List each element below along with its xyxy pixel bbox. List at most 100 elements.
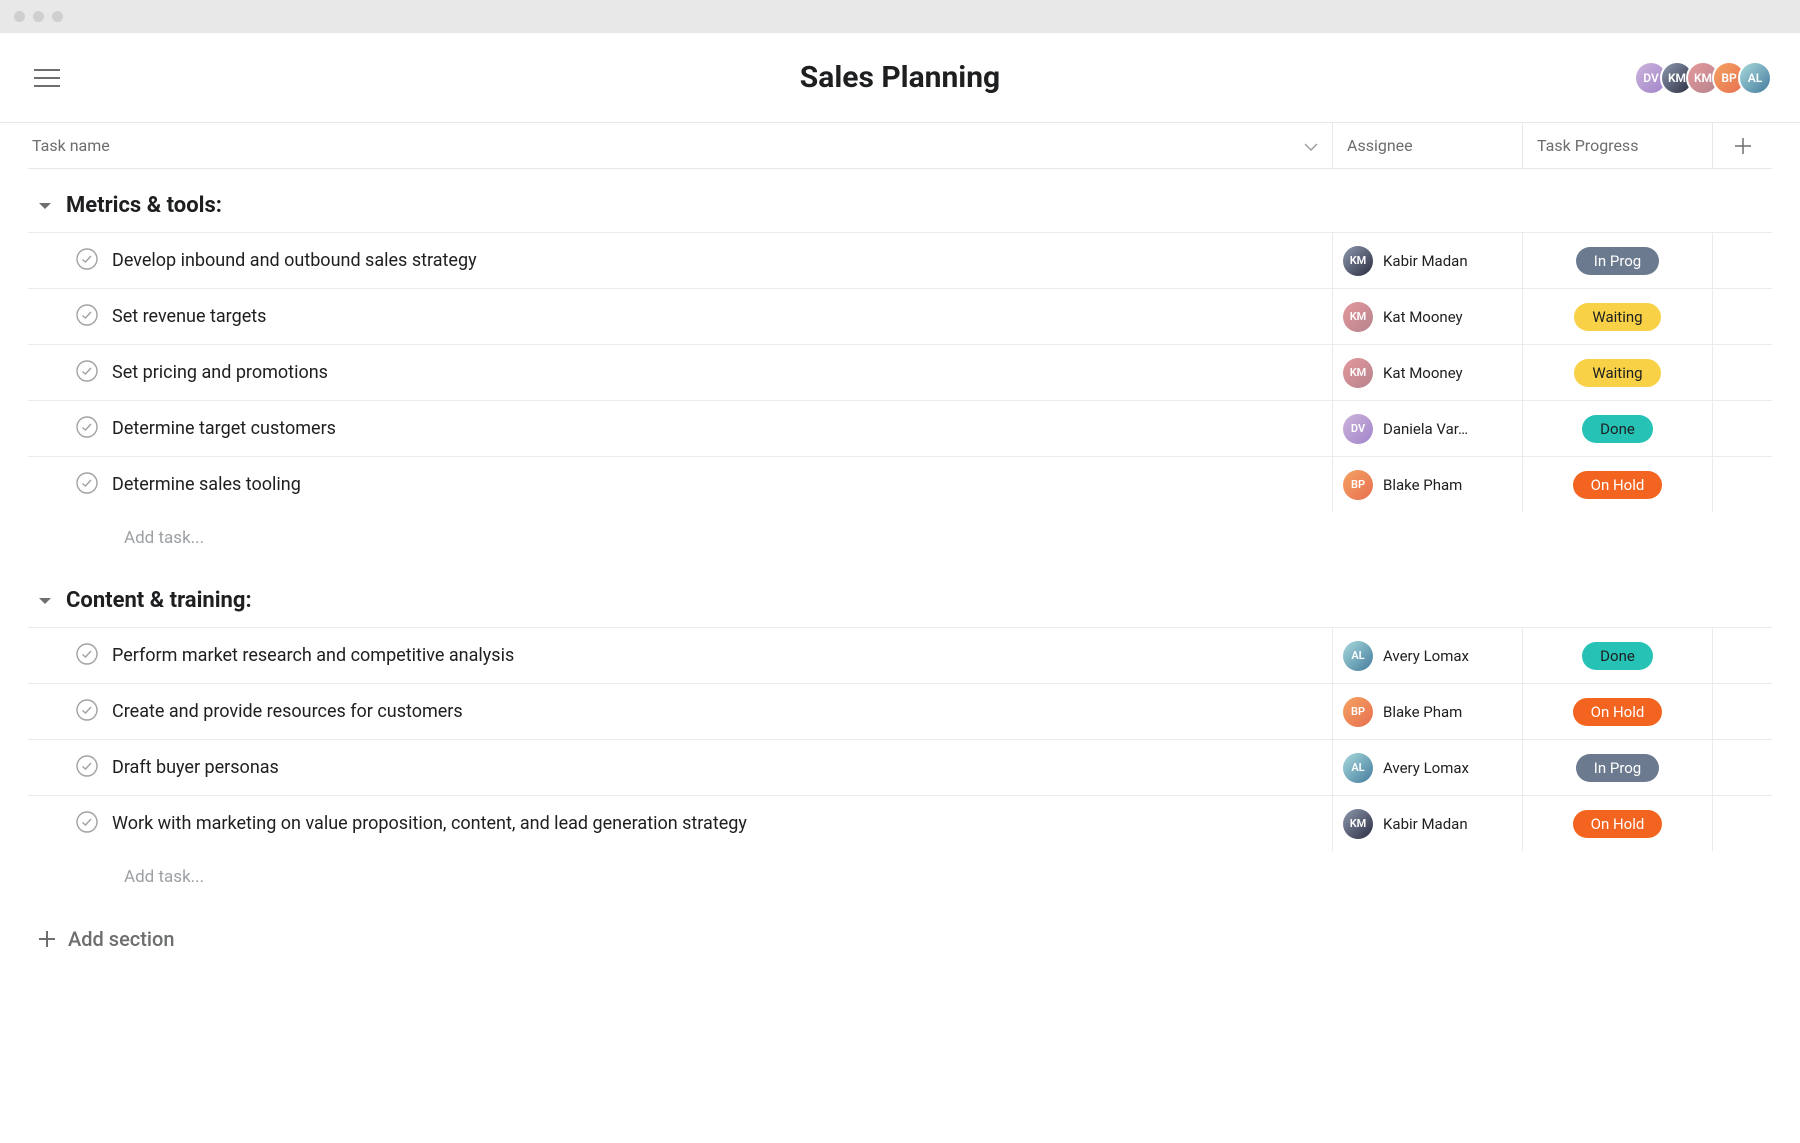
task-title[interactable]: Develop inbound and outbound sales strat… <box>112 250 477 271</box>
page-title: Sales Planning <box>800 60 1000 95</box>
status-badge: Waiting <box>1574 303 1660 331</box>
section-toggle[interactable] <box>38 596 52 606</box>
task-assignee[interactable]: BPBlake Pham <box>1332 684 1522 739</box>
task-extra-cell <box>1712 684 1772 739</box>
column-assignee[interactable]: Assignee <box>1332 123 1522 168</box>
check-icon[interactable] <box>76 699 98 725</box>
assignee-avatar: AL <box>1343 753 1373 783</box>
task-extra-cell <box>1712 401 1772 456</box>
maximize-dot[interactable] <box>52 11 63 22</box>
check-icon[interactable] <box>76 248 98 274</box>
column-task-name-label: Task name <box>32 136 110 155</box>
task-row[interactable]: Draft buyer personas AL Avery Lomax In Prog <box>28 739 1772 795</box>
check-icon[interactable] <box>76 643 98 669</box>
section-title[interactable]: Metrics & tools: <box>66 193 222 218</box>
add-task-button[interactable]: Add task... <box>28 512 1772 564</box>
task-row[interactable]: Set pricing and promotions KM Kat Mooney Wa… <box>28 344 1772 400</box>
section-header: Content & training: <box>28 564 1772 627</box>
task-main: Draft buyer personas <box>28 755 1332 781</box>
task-title[interactable]: Set revenue targets <box>112 306 266 327</box>
task-title[interactable]: Determine sales tooling <box>112 474 301 495</box>
check-icon[interactable] <box>76 811 98 837</box>
add-section-button[interactable]: Add section <box>28 903 1772 951</box>
task-title[interactable]: Determine target customers <box>112 418 336 439</box>
assignee-avatar: KM <box>1343 358 1373 388</box>
header-avatars: DVKMKMBPAL <box>1634 61 1772 95</box>
task-main: Create and provide resources for custome… <box>28 699 1332 725</box>
menu-button[interactable] <box>28 62 66 94</box>
status-badge: On Hold <box>1573 471 1663 499</box>
task-row[interactable]: Work with marketing on value proposition… <box>28 795 1772 851</box>
add-section-label: Add section <box>68 927 174 951</box>
task-assignee[interactable]: BPBlake Pham <box>1332 457 1522 512</box>
task-assignee[interactable]: AL Avery Lomax <box>1332 740 1522 795</box>
task-row[interactable]: Determine target customers DVDaniela Var…… <box>28 400 1772 456</box>
task-row[interactable]: Set revenue targets KMKat Mooney Waiting <box>28 288 1772 344</box>
task-assignee[interactable]: ALAvery Lomax <box>1332 628 1522 683</box>
task-progress[interactable]: Done <box>1522 401 1712 456</box>
add-column-button[interactable] <box>1712 123 1772 168</box>
column-progress[interactable]: Task Progress <box>1522 123 1712 168</box>
column-progress-label: Task Progress <box>1537 136 1638 155</box>
task-title[interactable]: Draft buyer personas <box>112 757 279 778</box>
chevron-down-icon <box>1304 136 1318 155</box>
assignee-name: Kabir Madan <box>1383 252 1468 270</box>
assignee-name: Blake Pham <box>1383 703 1462 721</box>
check-icon[interactable] <box>76 416 98 442</box>
plus-icon <box>38 930 56 948</box>
section-title[interactable]: Content & training: <box>66 588 252 613</box>
task-row[interactable]: Create and provide resources for custome… <box>28 683 1772 739</box>
task-row[interactable]: Develop inbound and outbound sales strat… <box>28 232 1772 288</box>
task-assignee[interactable]: KM Kabir Madan <box>1332 233 1522 288</box>
assignee-name: Avery Lomax <box>1383 647 1469 665</box>
task-assignee[interactable]: KM Kat Mooney <box>1332 345 1522 400</box>
assignee-name: Kat Mooney <box>1383 364 1463 382</box>
task-title[interactable]: Set pricing and promotions <box>112 362 328 383</box>
window-titlebar <box>0 0 1800 33</box>
add-task-button[interactable]: Add task... <box>28 851 1772 903</box>
column-task-name[interactable]: Task name <box>28 136 1332 155</box>
check-icon[interactable] <box>76 755 98 781</box>
task-progress[interactable]: On Hold <box>1522 796 1712 851</box>
task-extra-cell <box>1712 628 1772 683</box>
task-main: Perform market research and competitive … <box>28 643 1332 669</box>
content: Metrics & tools: Develop inbound and outb… <box>0 169 1800 951</box>
task-main: Develop inbound and outbound sales strat… <box>28 248 1332 274</box>
task-title[interactable]: Work with marketing on value proposition… <box>112 813 747 834</box>
check-icon[interactable] <box>76 304 98 330</box>
task-progress[interactable]: In Prog <box>1522 740 1712 795</box>
task-progress[interactable]: On Hold <box>1522 684 1712 739</box>
header: Sales Planning DVKMKMBPAL <box>0 33 1800 123</box>
task-progress[interactable]: Waiting <box>1522 345 1712 400</box>
section-toggle[interactable] <box>38 201 52 211</box>
check-icon[interactable] <box>76 360 98 386</box>
avatar[interactable]: AL <box>1738 61 1772 95</box>
assignee-name: Kat Mooney <box>1383 308 1463 326</box>
task-row[interactable]: Perform market research and competitive … <box>28 627 1772 683</box>
assignee-name: Daniela Var… <box>1383 420 1468 438</box>
task-main: Work with marketing on value proposition… <box>28 811 1332 837</box>
task-main: Set pricing and promotions <box>28 360 1332 386</box>
task-assignee[interactable]: KMKabir Madan <box>1332 796 1522 851</box>
task-extra-cell <box>1712 345 1772 400</box>
assignee-avatar: KM <box>1343 246 1373 276</box>
task-title[interactable]: Create and provide resources for custome… <box>112 701 463 722</box>
status-badge: Done <box>1582 415 1653 443</box>
plus-icon <box>1735 138 1751 154</box>
task-row[interactable]: Determine sales tooling BPBlake Pham On Ho… <box>28 456 1772 512</box>
status-badge: In Prog <box>1576 754 1659 782</box>
columns-header: Task name Assignee Task Progress <box>28 123 1772 169</box>
task-title[interactable]: Perform market research and competitive … <box>112 645 514 666</box>
task-progress[interactable]: Done <box>1522 628 1712 683</box>
task-assignee[interactable]: KMKat Mooney <box>1332 289 1522 344</box>
minimize-dot[interactable] <box>33 11 44 22</box>
assignee-name: Kabir Madan <box>1383 815 1468 833</box>
close-dot[interactable] <box>14 11 25 22</box>
task-progress[interactable]: Waiting <box>1522 289 1712 344</box>
check-icon[interactable] <box>76 472 98 498</box>
task-main: Determine target customers <box>28 416 1332 442</box>
assignee-name: Avery Lomax <box>1383 759 1469 777</box>
task-assignee[interactable]: DVDaniela Var… <box>1332 401 1522 456</box>
task-progress[interactable]: In Prog <box>1522 233 1712 288</box>
task-progress[interactable]: On Hold <box>1522 457 1712 512</box>
